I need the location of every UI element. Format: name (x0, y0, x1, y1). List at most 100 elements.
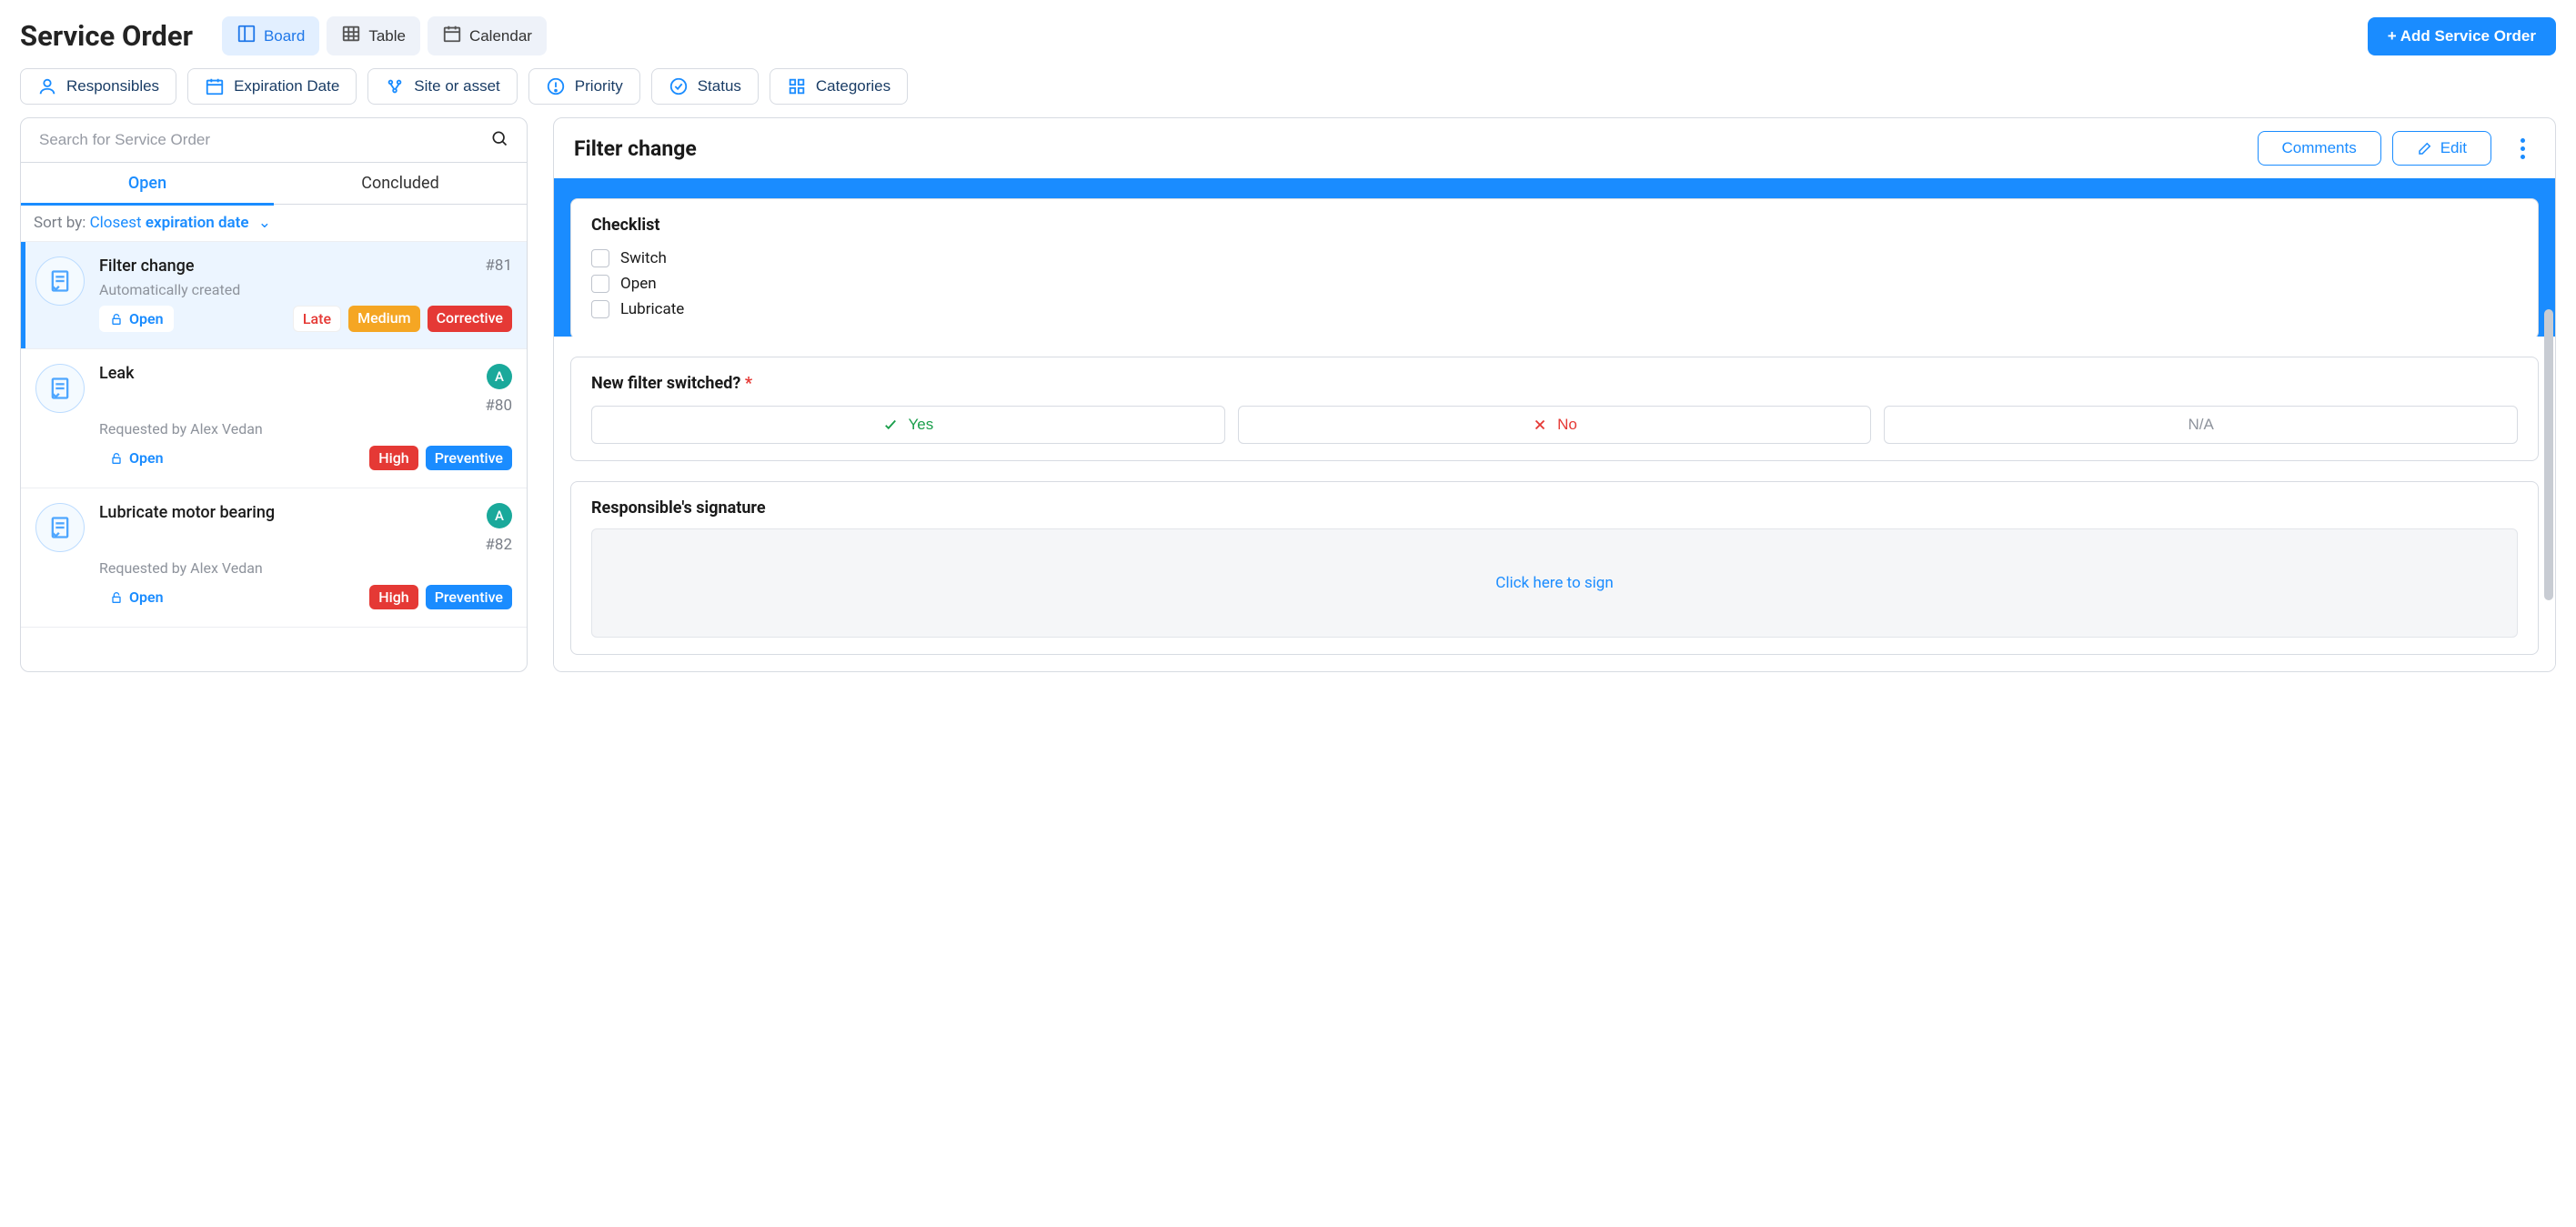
order-id: #82 (485, 536, 512, 554)
lock-open-icon (109, 312, 124, 327)
view-board[interactable]: Board (222, 16, 319, 55)
checkbox[interactable] (591, 249, 609, 267)
question-section: New filter switched? * Yes No (570, 357, 2539, 461)
edit-button[interactable]: Edit (2392, 131, 2491, 166)
option-yes-label: Yes (908, 416, 933, 434)
sort-prefix: Sort by: (34, 214, 86, 232)
more-menu[interactable] (2510, 138, 2535, 159)
filter-status[interactable]: Status (651, 68, 759, 105)
order-subtitle: Automatically created (99, 281, 512, 298)
order-subtitle: Requested by Alex Vedan (99, 420, 512, 437)
badge-corrective: Corrective (428, 306, 512, 332)
sort-dropdown[interactable]: Sort by: Closest expiration date ⌄ (21, 205, 527, 242)
view-calendar[interactable]: Calendar (428, 16, 547, 55)
filter-expiration[interactable]: Expiration Date (187, 68, 357, 105)
edit-label: Edit (2440, 139, 2467, 157)
avatar: A (487, 503, 512, 528)
signature-pad[interactable]: Click here to sign (591, 528, 2518, 638)
filter-label: Priority (575, 77, 623, 96)
option-na[interactable]: N/A (1884, 406, 2518, 444)
status-open: Open (99, 445, 174, 471)
badge-preventive: Preventive (426, 446, 512, 470)
checklist-item[interactable]: Switch (591, 246, 2518, 271)
option-yes[interactable]: Yes (591, 406, 1225, 444)
order-title: Leak (99, 364, 134, 383)
table-icon (341, 24, 361, 48)
signature-section: Responsible's signature Click here to si… (570, 481, 2539, 655)
person-icon (37, 76, 57, 96)
status-open: Open (99, 306, 174, 332)
option-no-label: No (1557, 416, 1577, 434)
board-icon (236, 24, 257, 48)
checklist-label: Lubricate (620, 300, 684, 318)
checklist-label: Switch (620, 249, 667, 267)
order-id: #80 (485, 397, 512, 415)
question-text: New filter switched? (591, 374, 740, 393)
tab-concluded[interactable]: Concluded (274, 163, 527, 204)
order-detail-panel: Filter change Comments Edit Checklist Sw… (553, 117, 2556, 672)
order-icon (35, 503, 85, 552)
order-card[interactable]: Leak A #80 Requested by Alex Vedan Open High P… (21, 349, 527, 488)
filter-priority[interactable]: Priority (528, 68, 640, 105)
option-no[interactable]: No (1238, 406, 1872, 444)
badge-medium: Medium (348, 306, 420, 332)
sort-value-b: expiration date (146, 214, 249, 232)
site-icon (385, 76, 405, 96)
checklist-item[interactable]: Lubricate (591, 297, 2518, 322)
check-circle-icon (669, 76, 689, 96)
view-calendar-label: Calendar (469, 27, 532, 45)
detail-title: Filter change (574, 136, 2247, 161)
sort-value-a: Closest (90, 214, 142, 232)
filter-label: Status (698, 77, 741, 96)
view-table[interactable]: Table (327, 16, 420, 55)
filter-responsibles[interactable]: Responsibles (20, 68, 176, 105)
page-title: Service Order (20, 19, 193, 53)
tab-open[interactable]: Open (21, 163, 274, 204)
scrollbar[interactable] (2544, 309, 2553, 600)
filter-site[interactable]: Site or asset (367, 68, 518, 105)
filter-label: Site or asset (414, 77, 500, 96)
filter-categories[interactable]: Categories (770, 68, 908, 105)
search-icon[interactable] (490, 129, 508, 151)
checklist-label: Open (620, 275, 657, 293)
order-id: #81 (485, 256, 512, 275)
view-board-label: Board (264, 27, 305, 45)
order-icon (35, 364, 85, 413)
filter-label: Responsibles (66, 77, 159, 96)
order-title: Filter change (99, 256, 195, 276)
checklist-item[interactable]: Open (591, 271, 2518, 297)
add-service-order-button[interactable]: + Add Service Order (2368, 17, 2556, 55)
lock-open-icon (109, 451, 124, 466)
checklist-section: Checklist Switch Open Lubricate (570, 198, 2539, 337)
order-card[interactable]: Lubricate motor bearingA#82Requested by … (21, 488, 527, 628)
badge-preventive: Preventive (426, 585, 512, 609)
signature-title: Responsible's signature (591, 498, 2518, 518)
question-title: New filter switched? * (591, 374, 2518, 393)
calendar-icon (205, 76, 225, 96)
checklist-title: Checklist (591, 216, 2518, 235)
avatar: A (487, 364, 512, 389)
comments-button[interactable]: Comments (2258, 131, 2381, 166)
checkbox[interactable] (591, 275, 609, 293)
badge-high: High (369, 585, 418, 609)
chevron-down-icon: ⌄ (258, 214, 271, 232)
required-asterisk: * (745, 374, 752, 393)
check-icon (882, 417, 899, 433)
grid-icon (787, 76, 807, 96)
badge-high: High (369, 446, 418, 470)
view-table-label: Table (368, 27, 406, 45)
search-input[interactable] (39, 131, 490, 149)
order-card[interactable]: Filter change #81 Automatically created Ope… (21, 242, 527, 349)
alert-icon (546, 76, 566, 96)
filter-label: Categories (816, 77, 891, 96)
calendar-icon (442, 24, 462, 48)
status-open: Open (99, 584, 174, 610)
order-subtitle: Requested by Alex Vedan (99, 559, 512, 577)
checkbox[interactable] (591, 300, 609, 318)
badge-late: Late (293, 306, 341, 332)
order-list-panel: Open Concluded Sort by: Closest expirati… (20, 117, 528, 672)
edit-icon (2417, 140, 2433, 156)
order-icon (35, 256, 85, 306)
lock-open-icon (109, 590, 124, 605)
x-icon (1532, 417, 1548, 433)
